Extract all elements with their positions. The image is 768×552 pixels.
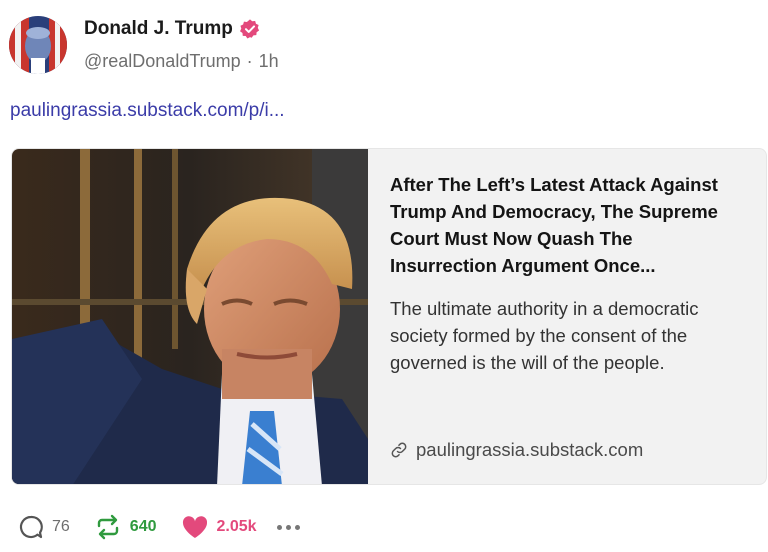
speech-bubble-icon — [19, 515, 43, 539]
card-description: The ultimate authority in a democratic s… — [390, 298, 699, 373]
author-handle[interactable]: @realDonaldTrump — [84, 51, 241, 72]
author-display-name[interactable]: Donald J. Trump — [84, 18, 233, 40]
ellipsis-dot — [285, 524, 291, 530]
ellipsis-dot — [294, 524, 300, 530]
author-name-row: Donald J. Trump — [84, 18, 261, 40]
reblog-count: 640 — [129, 518, 157, 535]
like-button[interactable]: 2.05k — [181, 514, 257, 540]
reblog-button[interactable]: 640 — [94, 514, 157, 540]
post-link[interactable]: paulingrassia.substack.com/p/i... — [10, 100, 285, 122]
reply-count: 76 — [52, 518, 70, 535]
repost-icon — [97, 514, 118, 540]
card-title[interactable]: After The Left’s Latest Attack Against T… — [390, 171, 740, 279]
meta-separator: · — [246, 51, 253, 71]
card-image — [12, 149, 368, 484]
ellipsis-dot — [276, 524, 282, 530]
like-count: 2.05k — [216, 518, 257, 535]
card-domain-row[interactable]: paulingrassia.substack.com — [390, 439, 643, 461]
avatar-image — [9, 16, 67, 74]
author-meta-row: @realDonaldTrump · 1h — [84, 51, 279, 72]
heart-icon — [182, 516, 207, 538]
avatar[interactable] — [9, 16, 67, 74]
card-domain: paulingrassia.substack.com — [416, 439, 644, 460]
reply-button[interactable]: 76 — [18, 514, 70, 540]
link-preview-card[interactable]: After The Left’s Latest Attack Against T… — [11, 148, 767, 485]
action-bar: 76 640 2.05k — [18, 514, 300, 540]
card-photo — [12, 149, 368, 484]
post: Donald J. Trump @realDonaldTrump · 1h pa… — [0, 0, 768, 552]
ellipsis-icon[interactable] — [276, 524, 300, 530]
card-text: After The Left’s Latest Attack Against T… — [390, 171, 740, 376]
post-time[interactable]: 1h — [259, 51, 279, 72]
verified-badge-icon — [239, 19, 259, 39]
link-icon — [391, 442, 407, 458]
